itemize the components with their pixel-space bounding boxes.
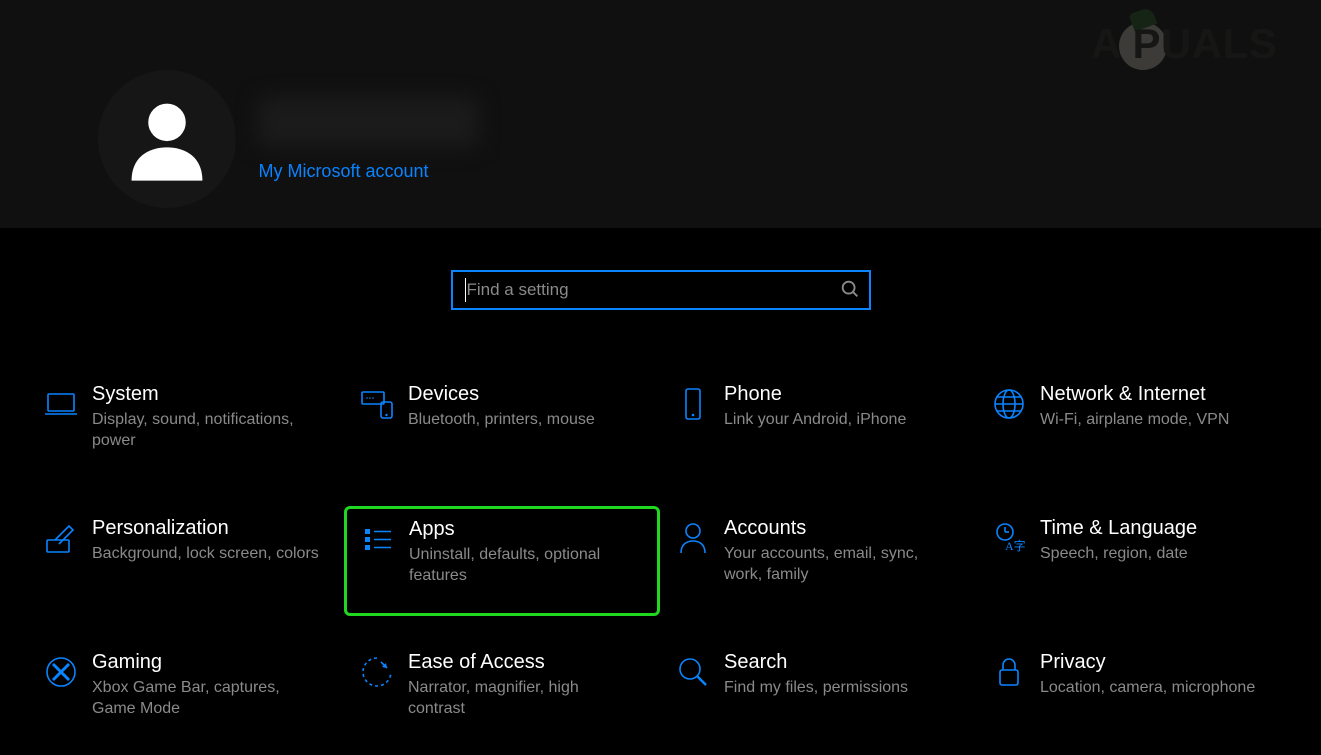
search-icon xyxy=(839,278,861,300)
tile-title: Ease of Access xyxy=(408,650,638,674)
lock-icon xyxy=(978,650,1040,692)
person-icon xyxy=(662,516,724,558)
search-container xyxy=(451,270,871,310)
tile-accounts[interactable]: Accounts Your accounts, email, sync, work… xyxy=(660,506,976,616)
tile-search[interactable]: Search Find my files, permissions xyxy=(660,640,976,750)
tile-desc: Speech, region, date xyxy=(1040,544,1270,565)
tile-title: Gaming xyxy=(92,650,322,674)
list-icon xyxy=(347,517,409,559)
search-input[interactable] xyxy=(451,270,871,310)
ease-icon xyxy=(346,650,408,692)
laptop-icon xyxy=(30,382,92,424)
tile-body: Devices Bluetooth, printers, mouse xyxy=(408,382,646,431)
devices-icon xyxy=(346,382,408,424)
user-avatar[interactable] xyxy=(98,70,236,208)
tile-apps[interactable]: Apps Uninstall, defaults, optional featur… xyxy=(344,506,660,616)
tile-body: Accounts Your accounts, email, sync, work… xyxy=(724,516,962,586)
watermark-text: A PUALS xyxy=(1091,20,1291,68)
tile-devices[interactable]: Devices Bluetooth, printers, mouse xyxy=(344,372,660,482)
header: A PUALS My Microsoft account xyxy=(0,0,1321,228)
tile-title: Privacy xyxy=(1040,650,1270,674)
tile-body: Network & Internet Wi-Fi, airplane mode, … xyxy=(1040,382,1278,431)
tile-desc: Narrator, magnifier, high contrast xyxy=(408,678,638,720)
tile-desc: Xbox Game Bar, captures, Game Mode xyxy=(92,678,322,720)
text-cursor xyxy=(465,278,467,302)
tile-body: Gaming Xbox Game Bar, captures, Game Mode xyxy=(92,650,330,720)
gaming-icon xyxy=(30,650,92,692)
tile-desc: Your accounts, email, sync, work, family xyxy=(724,544,954,586)
tile-title: Accounts xyxy=(724,516,954,540)
tile-desc: Find my files, permissions xyxy=(724,678,954,699)
tile-desc: Uninstall, defaults, optional features xyxy=(409,545,637,587)
tile-privacy[interactable]: Privacy Location, camera, microphone xyxy=(976,640,1292,750)
tile-title: Devices xyxy=(408,382,638,406)
tile-desc: Location, camera, microphone xyxy=(1040,678,1270,699)
brush-icon xyxy=(30,516,92,558)
tile-desc: Wi-Fi, airplane mode, VPN xyxy=(1040,410,1270,431)
tile-system[interactable]: System Display, sound, notifications, pow… xyxy=(28,372,344,482)
tile-body: System Display, sound, notifications, pow… xyxy=(92,382,330,452)
tile-desc: Link your Android, iPhone xyxy=(724,410,954,431)
tile-body: Apps Uninstall, defaults, optional featur… xyxy=(409,517,645,587)
tile-title: Personalization xyxy=(92,516,322,540)
tile-personalization[interactable]: Personalization Background, lock screen, … xyxy=(28,506,344,616)
tile-body: Personalization Background, lock screen, … xyxy=(92,516,330,565)
watermark-logo: A PUALS xyxy=(1087,16,1293,78)
tile-title: System xyxy=(92,382,322,406)
tile-ease-of-access[interactable]: Ease of Access Narrator, magnifier, high … xyxy=(344,640,660,750)
tile-network-internet[interactable]: Network & Internet Wi-Fi, airplane mode, … xyxy=(976,372,1292,482)
search-icon xyxy=(662,650,724,692)
phone-icon xyxy=(662,382,724,424)
tile-time-language[interactable]: Time & Language Speech, region, date xyxy=(976,506,1292,616)
tile-title: Search xyxy=(724,650,954,674)
globe-icon xyxy=(978,382,1040,424)
tile-title: Time & Language xyxy=(1040,516,1270,540)
tile-desc: Bluetooth, printers, mouse xyxy=(408,410,638,431)
account-block: My Microsoft account xyxy=(258,97,478,182)
person-icon xyxy=(117,89,217,189)
tile-desc: Display, sound, notifications, power xyxy=(92,410,322,452)
tile-title: Phone xyxy=(724,382,954,406)
tile-gaming[interactable]: Gaming Xbox Game Bar, captures, Game Mode xyxy=(28,640,344,750)
tile-body: Search Find my files, permissions xyxy=(724,650,962,699)
settings-grid: System Display, sound, notifications, pow… xyxy=(28,372,1293,755)
tile-phone[interactable]: Phone Link your Android, iPhone xyxy=(660,372,976,482)
timelang-icon xyxy=(978,516,1040,558)
tile-desc: Background, lock screen, colors xyxy=(92,544,322,565)
tile-body: Ease of Access Narrator, magnifier, high … xyxy=(408,650,646,720)
tile-body: Phone Link your Android, iPhone xyxy=(724,382,962,431)
tile-title: Network & Internet xyxy=(1040,382,1270,406)
tile-body: Time & Language Speech, region, date xyxy=(1040,516,1278,565)
tile-title: Apps xyxy=(409,517,637,541)
my-microsoft-account-link[interactable]: My Microsoft account xyxy=(258,161,478,182)
account-name-redacted xyxy=(258,97,478,147)
tile-body: Privacy Location, camera, microphone xyxy=(1040,650,1278,699)
